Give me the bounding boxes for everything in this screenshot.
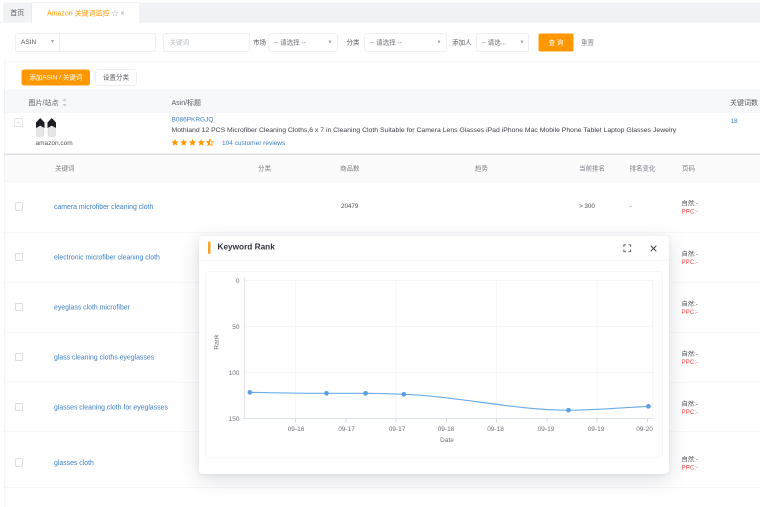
svg-text:Date: Date — [440, 437, 454, 444]
svg-text:100: 100 — [229, 370, 240, 377]
svg-text:09-20: 09-20 — [636, 426, 653, 433]
svg-text:150: 150 — [229, 416, 240, 423]
svg-text:09-18: 09-18 — [487, 426, 504, 433]
svg-text:09-18: 09-18 — [438, 426, 455, 433]
svg-text:50: 50 — [232, 324, 240, 331]
svg-text:09-16: 09-16 — [288, 426, 305, 433]
svg-text:09-17: 09-17 — [338, 426, 355, 433]
svg-text:0: 0 — [236, 278, 240, 285]
svg-text:09-19: 09-19 — [588, 426, 605, 433]
svg-text:09-17: 09-17 — [389, 426, 406, 433]
svg-text:09-19: 09-19 — [538, 426, 555, 433]
svg-text:Rank: Rank — [214, 334, 221, 350]
